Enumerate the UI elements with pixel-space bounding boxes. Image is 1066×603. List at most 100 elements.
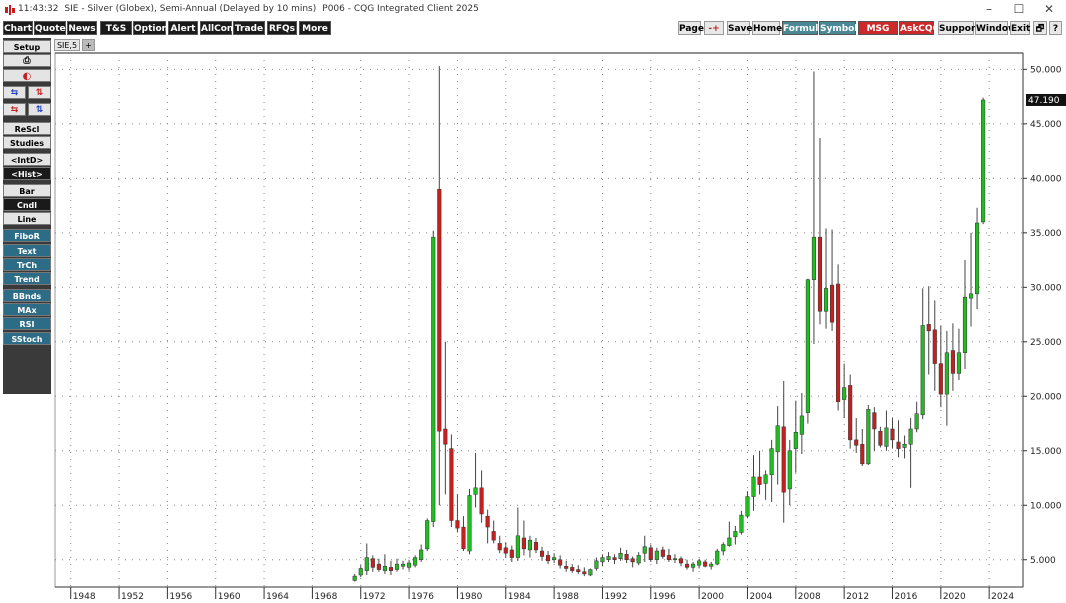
candle-body	[648, 547, 653, 561]
candle-body	[546, 555, 551, 562]
candle-body	[558, 559, 563, 566]
x-tick-label: 2016	[894, 592, 917, 602]
candle-body	[588, 569, 593, 576]
candle-body	[793, 431, 798, 449]
candle-body	[884, 427, 889, 447]
price-chart: 5.000 10.000 15.000 20.000 25.000 30.000 35.00…	[54, 52, 1066, 602]
candle-body	[878, 430, 883, 446]
candle-body	[570, 567, 575, 571]
candle-body	[962, 296, 968, 353]
candle-body	[781, 426, 786, 493]
candle-body	[594, 560, 599, 569]
candle-body	[352, 575, 357, 581]
candle-body	[866, 409, 871, 465]
candle-body	[612, 557, 617, 561]
candle-body	[618, 552, 623, 559]
candle-body	[413, 557, 418, 566]
candle-body	[600, 557, 605, 563]
candle-body	[703, 561, 708, 567]
candle-body	[455, 520, 460, 529]
candle-body	[467, 495, 472, 552]
candle-body	[836, 283, 841, 402]
candle-body	[920, 325, 925, 416]
candle-body	[485, 515, 490, 528]
candle-body	[521, 537, 526, 550]
x-tick-label: 1988	[556, 592, 579, 602]
x-tick-label: 1956	[169, 592, 192, 602]
candle-body	[896, 441, 901, 449]
y-tick-label: 40.000	[1030, 174, 1062, 184]
candle-body	[509, 549, 514, 558]
candle-body	[624, 554, 629, 561]
candle-body	[709, 563, 714, 567]
y-tick-label: 15.000	[1030, 447, 1062, 457]
x-tick-label: 1996	[653, 592, 676, 602]
candle-body	[775, 425, 780, 453]
y-tick-label: 20.000	[1030, 392, 1062, 402]
candle-body	[968, 293, 974, 299]
candle-body	[938, 363, 943, 395]
x-tick-label: 1964	[266, 592, 289, 602]
plot-area	[54, 52, 1024, 588]
candle-body	[630, 558, 635, 563]
y-tick-label: 10.000	[1030, 501, 1062, 511]
candle-body	[382, 566, 387, 571]
last-price-label: 47.190	[1028, 96, 1060, 106]
candle-body	[503, 547, 508, 554]
candle-body	[842, 387, 847, 400]
candle-body	[697, 560, 702, 566]
candle-body	[751, 476, 756, 497]
x-tick-label: 2000	[701, 592, 724, 602]
candle-body	[606, 556, 611, 561]
x-tick-label: 1980	[459, 592, 482, 602]
candle-body	[860, 443, 865, 465]
candle-body	[733, 531, 738, 538]
candle-body	[684, 563, 690, 568]
candle-body	[830, 284, 835, 323]
candle-body	[872, 412, 877, 430]
x-tick-label: 2012	[846, 592, 869, 602]
x-tick-label: 1972	[363, 592, 386, 602]
candle-body	[400, 563, 406, 567]
candle-body	[672, 558, 678, 561]
candle-body	[981, 99, 986, 223]
candle-body	[642, 546, 647, 554]
candle-body	[769, 448, 774, 476]
candle-body	[811, 236, 816, 280]
candle-body	[890, 428, 895, 441]
candle-body	[479, 487, 484, 515]
candle-body	[721, 544, 726, 552]
candle-body	[757, 476, 762, 485]
x-tick-label: 2004	[749, 592, 772, 602]
x-tick-label: 1976	[411, 592, 434, 602]
x-tick-label: 1968	[314, 592, 337, 602]
candle-body	[388, 567, 394, 571]
y-tick-label: 5.000	[1030, 556, 1056, 566]
candle-body	[715, 550, 720, 565]
candle-body	[666, 555, 671, 561]
candle-body	[823, 288, 829, 312]
candle-body	[902, 443, 907, 448]
candle-body	[848, 385, 853, 441]
candle-body	[491, 531, 496, 541]
candle-body	[515, 535, 520, 558]
candle-body	[461, 526, 466, 550]
candle-body	[678, 558, 684, 564]
candle-body	[654, 550, 659, 561]
y-tick-label: 35.000	[1030, 229, 1062, 239]
candle-body	[745, 496, 750, 517]
candle-body	[944, 352, 949, 395]
candle-body	[691, 563, 696, 568]
candle-body	[787, 450, 792, 490]
candle-body	[539, 550, 545, 557]
candle-body	[932, 329, 937, 364]
x-tick-label: 2024	[991, 592, 1014, 602]
y-tick-label: 30.000	[1030, 283, 1062, 293]
candle-body	[358, 568, 363, 576]
candle-body	[950, 350, 955, 374]
candle-body	[660, 549, 665, 557]
y-tick-label: 25.000	[1030, 338, 1062, 348]
candle-body	[727, 537, 732, 546]
candle-body	[497, 543, 502, 551]
candle-body	[739, 514, 744, 533]
